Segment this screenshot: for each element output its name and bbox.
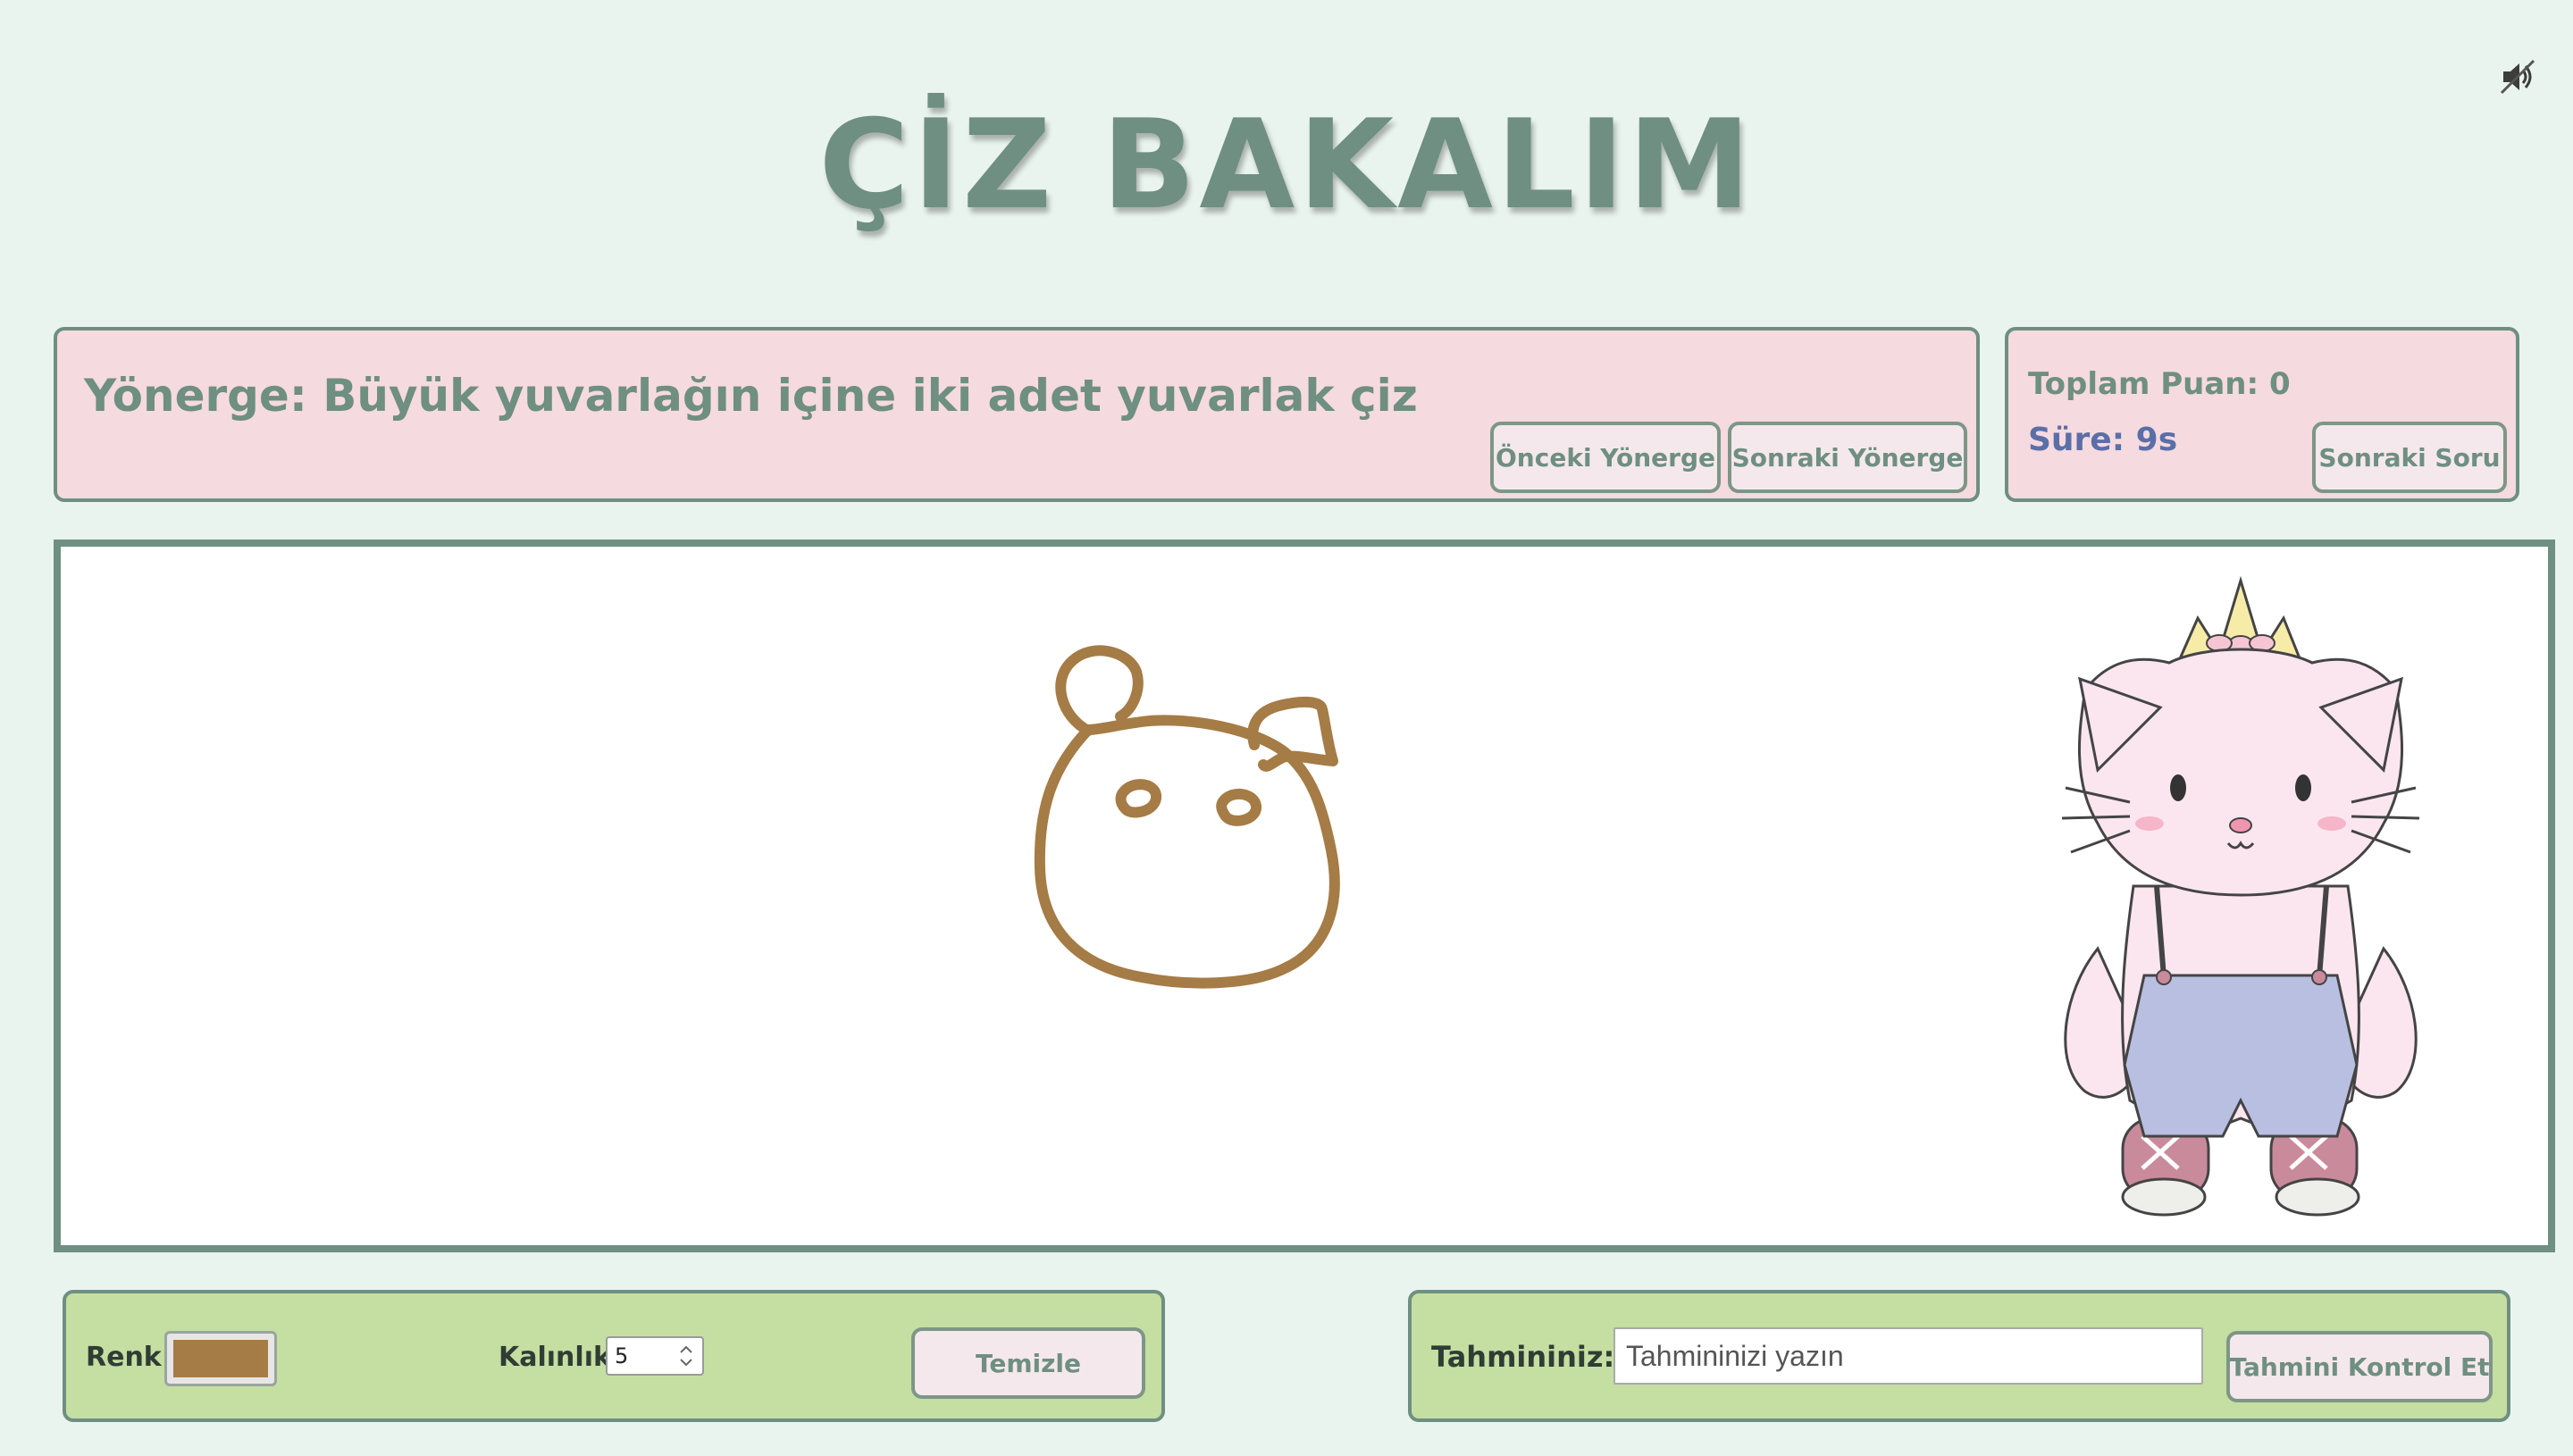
clear-button[interactable]: Temizle (911, 1327, 1145, 1399)
drawing-left-ear-stroke (1055, 645, 1144, 736)
guess-input[interactable] (1613, 1327, 2203, 1385)
stepper-arrows-icon[interactable] (674, 1342, 699, 1370)
color-picker-swatch (173, 1340, 268, 1377)
instruction-text: Yönerge: Büyük yuvarlağın içine iki adet… (84, 370, 1418, 422)
drawing-right-eye-stroke (1216, 788, 1261, 826)
thickness-stepper[interactable]: 5 (606, 1336, 704, 1376)
app-title: ÇİZ BAKALIM (818, 93, 1755, 237)
drawing-tools-panel: Renk: Kalınlık: 5 Temizle (63, 1290, 1165, 1422)
thickness-value: 5 (615, 1343, 629, 1368)
color-label: Renk: (86, 1342, 172, 1373)
score-panel: Toplam Puan: 0 Süre: 9s Sonraki Soru (2005, 327, 2519, 502)
drawing-right-ear-stroke (1247, 696, 1338, 772)
thickness-label: Kalınlık: (499, 1342, 622, 1373)
check-guess-button[interactable]: Tahmini Kontrol Et (2226, 1331, 2493, 1402)
previous-instruction-button[interactable]: Önceki Yönerge (1490, 422, 1721, 493)
next-instruction-button[interactable]: Sonraki Yönerge (1728, 422, 1967, 493)
instruction-panel: Yönerge: Büyük yuvarlağın içine iki adet… (54, 327, 1980, 502)
guess-panel: Tahmininiz: Tahmini Kontrol Et (1408, 1290, 2510, 1422)
timer: Süre: 9s (2028, 422, 2178, 458)
color-picker[interactable] (164, 1331, 277, 1386)
kitty-mascot (2061, 575, 2420, 1217)
drawing-left-eye-stroke (1115, 779, 1161, 818)
guess-label: Tahmininiz: (1431, 1340, 1615, 1374)
drawing-canvas[interactable] (54, 540, 2555, 1252)
total-score: Toplam Puan: 0 (2028, 366, 2291, 402)
next-question-button[interactable]: Sonraki Soru (2312, 422, 2507, 493)
